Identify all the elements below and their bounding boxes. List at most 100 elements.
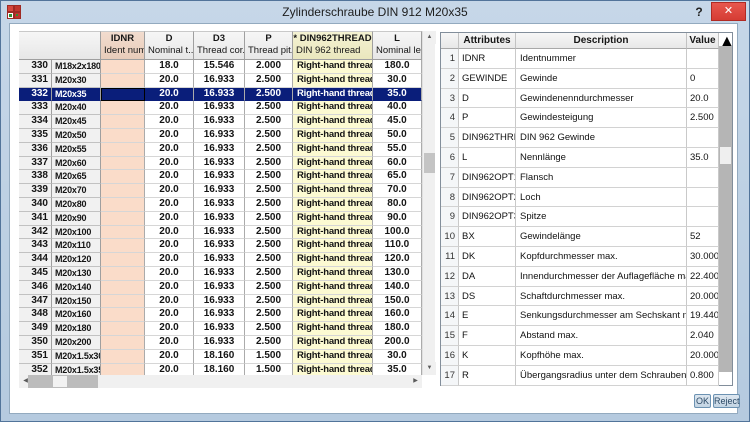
d-cell[interactable]: 20.0 [145, 115, 194, 129]
attribute-name-cell[interactable]: P [459, 108, 516, 128]
table-row-selected[interactable]: 332M20x3520.016.9332.500Right-hand threa… [19, 88, 422, 102]
d3-cell[interactable]: 16.933 [194, 129, 245, 143]
list-item[interactable]: 16KKopfhöhe max.20.000 [441, 346, 719, 366]
p-cell[interactable]: 2.500 [245, 295, 293, 309]
row-number-cell[interactable]: 350 [19, 336, 52, 350]
d-cell[interactable]: 20.0 [145, 170, 194, 184]
attribute-name-cell[interactable]: DIN962THREAD [459, 128, 516, 148]
d-cell[interactable]: 20.0 [145, 322, 194, 336]
p-cell[interactable]: 2.500 [245, 239, 293, 253]
d-cell[interactable]: 20.0 [145, 157, 194, 171]
l-cell[interactable]: 100.0 [373, 226, 422, 240]
part-name-cell[interactable]: M20x100 [52, 226, 101, 240]
d3-cell[interactable]: 16.933 [194, 322, 245, 336]
parts-column-header-idnr[interactable]: IDNRIdent num... [101, 31, 145, 60]
reject-button[interactable]: Reject [713, 394, 740, 408]
attribute-description-cell[interactable]: Identnummer [516, 49, 687, 69]
l-cell[interactable]: 65.0 [373, 170, 422, 184]
thread-cell[interactable]: Right-hand thread [293, 350, 373, 364]
d-cell[interactable]: 20.0 [145, 129, 194, 143]
d3-cell[interactable]: 16.933 [194, 74, 245, 88]
attribute-name-cell[interactable]: L [459, 148, 516, 168]
attribute-description-cell[interactable]: Senkungsdurchmesser am Sechskant min. [516, 306, 687, 326]
part-name-cell[interactable]: M20x200 [52, 336, 101, 350]
part-name-cell[interactable]: M20x1.5x30 [52, 350, 101, 364]
attribute-name-cell[interactable]: IDNR [459, 49, 516, 69]
l-cell[interactable]: 180.0 [373, 322, 422, 336]
idnr-cell[interactable] [101, 129, 145, 143]
table-row[interactable]: 336M20x5520.016.9332.500Right-hand threa… [19, 143, 422, 157]
scroll-up-icon[interactable]: ▲ [423, 31, 436, 44]
attribute-name-cell[interactable]: DA [459, 267, 516, 287]
part-name-cell[interactable]: M20x160 [52, 308, 101, 322]
table-row[interactable]: 331M20x3020.016.9332.500Right-hand threa… [19, 74, 422, 88]
idnr-cell[interactable] [101, 198, 145, 212]
attribute-value-cell[interactable]: 30.000 [687, 247, 719, 267]
attribute-value-cell[interactable]: 22.400 [687, 267, 719, 287]
d3-cell[interactable]: 16.933 [194, 336, 245, 350]
d3-cell[interactable]: 16.933 [194, 239, 245, 253]
d3-cell[interactable]: 16.933 [194, 170, 245, 184]
d3-cell[interactable]: 16.933 [194, 157, 245, 171]
part-name-cell[interactable]: M20x180 [52, 322, 101, 336]
list-item[interactable]: 8DIN962OPT2Loch [441, 188, 719, 208]
idnr-cell[interactable] [101, 157, 145, 171]
help-button[interactable]: ? [691, 3, 707, 21]
parts-column-header-l[interactable]: LNominal le... [373, 31, 422, 60]
attribute-description-cell[interactable]: Gewindelänge [516, 227, 687, 247]
p-cell[interactable]: 2.500 [245, 212, 293, 226]
attributes-column-header-attributes[interactable]: Attributes [459, 33, 516, 49]
l-cell[interactable]: 120.0 [373, 253, 422, 267]
attribute-name-cell[interactable]: R [459, 366, 516, 386]
d3-cell[interactable]: 15.546 [194, 60, 245, 74]
attribute-value-cell[interactable]: 0 [687, 69, 719, 89]
list-item[interactable]: 3DGewindenenndurchmesser20.0 [441, 89, 719, 109]
attribute-description-cell[interactable]: Kopfhöhe max. [516, 346, 687, 366]
l-cell[interactable]: 80.0 [373, 198, 422, 212]
row-number-cell[interactable]: 340 [19, 198, 52, 212]
list-item[interactable]: 9DIN962OPT3Spitze [441, 207, 719, 227]
attribute-value-cell[interactable] [687, 168, 719, 188]
d-cell[interactable]: 20.0 [145, 198, 194, 212]
attribute-description-cell[interactable]: Innendurchmesser der Auflagefläche max. [516, 267, 687, 287]
list-item[interactable]: 11DKKopfdurchmesser max.30.000 [441, 247, 719, 267]
part-name-cell[interactable]: M20x130 [52, 267, 101, 281]
row-number-cell[interactable]: 330 [19, 60, 52, 74]
row-number-cell[interactable]: 332 [19, 88, 52, 102]
list-item[interactable]: 7DIN962OPT1Flansch [441, 168, 719, 188]
idnr-cell[interactable] [101, 336, 145, 350]
d3-cell[interactable]: 16.933 [194, 226, 245, 240]
p-cell[interactable]: 2.500 [245, 170, 293, 184]
d3-cell[interactable]: 16.933 [194, 281, 245, 295]
part-name-cell[interactable]: M20x65 [52, 170, 101, 184]
idnr-cell[interactable] [101, 170, 145, 184]
l-cell[interactable]: 30.0 [373, 350, 422, 364]
parts-horizontal-scrollbar[interactable]: ◀ ▶ [19, 375, 422, 388]
parts-column-header-p[interactable]: PThread pit... [245, 31, 293, 60]
thread-cell[interactable]: Right-hand thread [293, 267, 373, 281]
attribute-name-cell[interactable]: BX [459, 227, 516, 247]
list-item[interactable]: 6LNennlänge35.0 [441, 148, 719, 168]
attribute-description-cell[interactable]: Gewindenenndurchmesser [516, 89, 687, 109]
p-cell[interactable]: 2.500 [245, 308, 293, 322]
d3-cell[interactable]: 16.933 [194, 267, 245, 281]
part-name-cell[interactable]: M20x150 [52, 295, 101, 309]
thread-cell[interactable]: Right-hand thread [293, 364, 373, 375]
d-cell[interactable]: 18.0 [145, 60, 194, 74]
l-cell[interactable]: 90.0 [373, 212, 422, 226]
p-cell[interactable]: 2.500 [245, 184, 293, 198]
part-name-cell[interactable]: M20x35 [52, 88, 101, 102]
part-name-cell[interactable]: M20x140 [52, 281, 101, 295]
table-row[interactable]: 341M20x9020.016.9332.500Right-hand threa… [19, 212, 422, 226]
list-item[interactable]: 14ESenkungsdurchmesser am Sechskant min.… [441, 306, 719, 326]
parts-vertical-scrollbar[interactable]: ▲ ▼ [422, 31, 435, 375]
parts-column-header-thread[interactable]: * DIN962THREADDIN 962 thread [293, 31, 373, 60]
p-cell[interactable]: 2.500 [245, 253, 293, 267]
d-cell[interactable]: 20.0 [145, 88, 194, 102]
attribute-name-cell[interactable]: D [459, 89, 516, 109]
attribute-value-cell[interactable] [687, 128, 719, 148]
part-name-cell[interactable]: M20x45 [52, 115, 101, 129]
thread-cell[interactable]: Right-hand thread [293, 60, 373, 74]
list-item[interactable]: 5DIN962THREADDIN 962 Gewinde [441, 128, 719, 148]
p-cell[interactable]: 2.500 [245, 336, 293, 350]
